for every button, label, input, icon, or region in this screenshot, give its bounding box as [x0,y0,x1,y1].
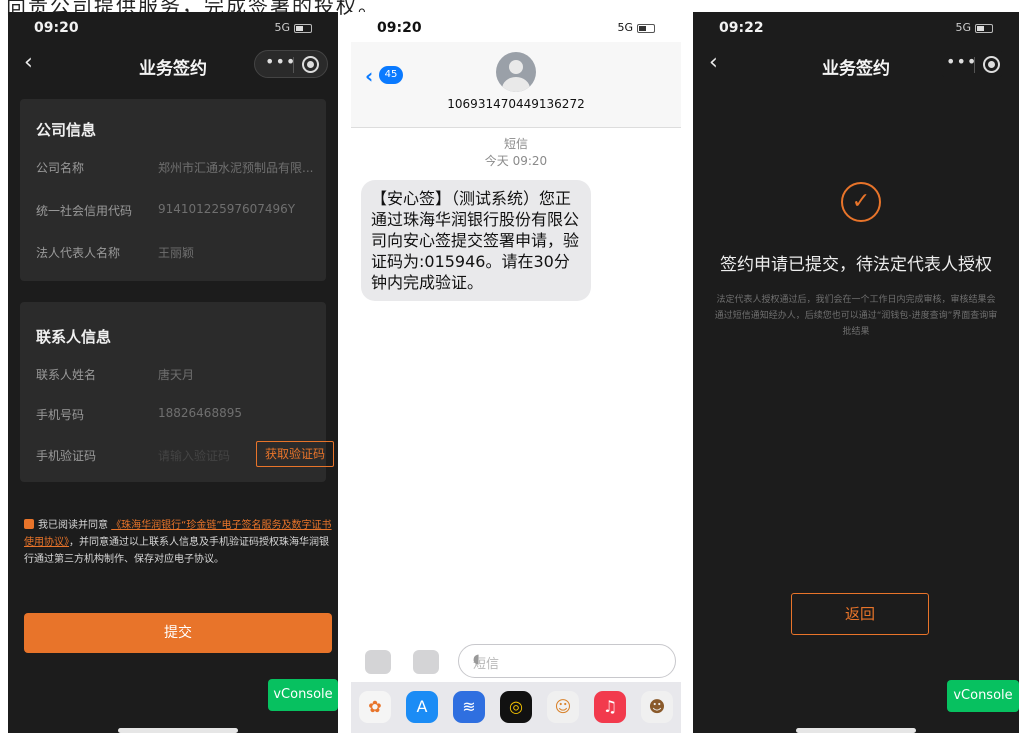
sms-screen: 09:20 5G ‹ 45 106931470449136272 短信 今天 0… [351,12,681,733]
info-row: 公司名称 郑州市汇通水泥预制品有限... [36,159,316,179]
message-kind: 短信 [503,137,528,151]
sender-number[interactable]: 106931470449136272 [351,97,681,111]
appstore-icon[interactable]: A [406,691,438,723]
music-icon[interactable]: ♫ [594,691,626,723]
status-time: 09:20 [377,20,422,36]
status-time: 09:20 [34,20,79,36]
message-bubble[interactable]: 【安心签】（测试系统）您正通过珠海华润银行股份有限公司向安心签提交签署申请，验证… [361,180,591,301]
more-menu-icon[interactable]: ••• [946,52,977,71]
return-button[interactable]: 返回 [791,593,929,635]
sms-input[interactable]: 短信 ◖ [458,644,676,678]
camera-icon[interactable] [365,650,391,674]
back-chevron-icon[interactable]: ‹ [365,64,373,88]
company-section-title: 公司信息 [36,121,97,139]
unread-badge: 45 [379,66,403,84]
nav-bar: ‹ 业务签约 ••• [693,42,1019,88]
company-info-card: 公司信息 公司名称 郑州市汇通水泥预制品有限... 统一社会信用代码 9141012… [20,99,326,281]
miniprogram-capsule: ••• [935,50,1009,78]
info-row: 法人代表人名称 王丽颖 [36,244,316,264]
conversation-header: ‹ 45 106931470449136272 [351,42,681,128]
info-row: 手机号码 18826468895 [36,406,316,426]
row-label: 联系人姓名 [36,368,97,382]
animoji-icon[interactable]: ☻ [641,691,673,723]
person-body-shape [502,77,530,92]
battery-icon [975,23,993,33]
network-indicator: 5G [617,21,655,34]
message-input-bar: 短信 ◖ [351,644,681,682]
capsule-divider [974,57,975,73]
status-bar: 09:22 5G [693,12,1019,42]
row-value: 91410122597607496Y [158,202,296,216]
home-indicator [118,728,238,733]
row-value: 王丽颖 [158,246,195,260]
battery-icon [637,23,655,33]
close-miniprogram-icon[interactable] [983,56,1000,73]
verification-code-input[interactable]: 请输入验证码 [158,447,230,464]
info-row: 联系人姓名 唐天月 [36,366,316,386]
vconsole-button[interactable]: vConsole [268,679,338,711]
capsule-divider [293,57,294,73]
status-time: 09:22 [719,20,764,36]
imessage-app-dock: ✿ A ≋ ◎ ☺ ♫ ☻ [351,682,681,733]
signup-form-screen: 09:20 5G ‹ 业务签约 ••• 公司信息 公司名称 郑州市汇通水泥预制品有… [8,12,338,733]
photos-icon[interactable]: ✿ [359,691,391,723]
vconsole-button[interactable]: vConsole [947,680,1019,712]
agreement-text: 我已阅读并同意 《珠海华润银行“珍金链”电子签名服务及数字证书使用协议》，并同意… [24,519,332,565]
contact-name-field[interactable]: 唐天月 [158,366,194,383]
submit-button[interactable]: 提交 [24,613,332,653]
status-bar: 09:20 5G [8,12,338,42]
agree-checkbox[interactable] [24,519,34,529]
contact-section-title: 联系人信息 [36,328,112,346]
row-value: 郑州市汇通水泥预制品有限... [158,161,314,175]
home-indicator [796,728,916,733]
nav-bar: ‹ 业务签约 ••• [8,42,338,88]
info-row: 统一社会信用代码 91410122597607496Y [36,202,316,222]
network-indicator: 5G [274,21,312,34]
row-label: 法人代表人名称 [36,246,121,260]
row-label: 手机验证码 [36,449,97,463]
check-circle-icon: ✓ [841,182,881,222]
miniprogram-capsule: ••• [254,50,328,78]
result-title: 签约申请已提交，待法定代表人授权 [720,255,992,275]
memoji-icon[interactable]: ☺ [547,691,579,723]
status-bar: 09:20 5G [351,12,681,42]
phone-field[interactable]: 18826468895 [158,406,242,420]
result-description: 法定代表人授权通过后，我们会在一个工作日内完成审核，审核结果会通过短信通知经办人… [714,295,998,337]
close-miniprogram-icon[interactable] [302,56,319,73]
info-row: 手机验证码 请输入验证码 获取验证码 [36,441,334,467]
network-indicator: 5G [955,21,993,34]
message-date: 今天 09:20 [484,154,548,168]
submitted-screen: 09:22 5G ‹ 业务签约 ••• ✓ 签约申请已提交，待法定代表人授权 法… [693,12,1019,733]
get-code-button[interactable]: 获取验证码 [256,441,334,467]
microphone-icon[interactable]: ◖ [473,652,665,667]
contact-avatar[interactable] [496,52,536,92]
person-head-shape [509,60,523,74]
audio-icon[interactable]: ≋ [453,691,485,723]
row-label: 统一社会信用代码 [36,204,133,218]
fitness-icon[interactable]: ◎ [500,691,532,723]
contact-info-card: 联系人信息 联系人姓名 唐天月 手机号码 18826468895 手机验证码 请输入验… [20,302,334,482]
row-label: 手机号码 [36,408,85,422]
battery-icon [294,23,312,33]
more-menu-icon[interactable]: ••• [265,52,296,71]
apps-icon[interactable] [413,650,439,674]
row-label: 公司名称 [36,161,85,175]
